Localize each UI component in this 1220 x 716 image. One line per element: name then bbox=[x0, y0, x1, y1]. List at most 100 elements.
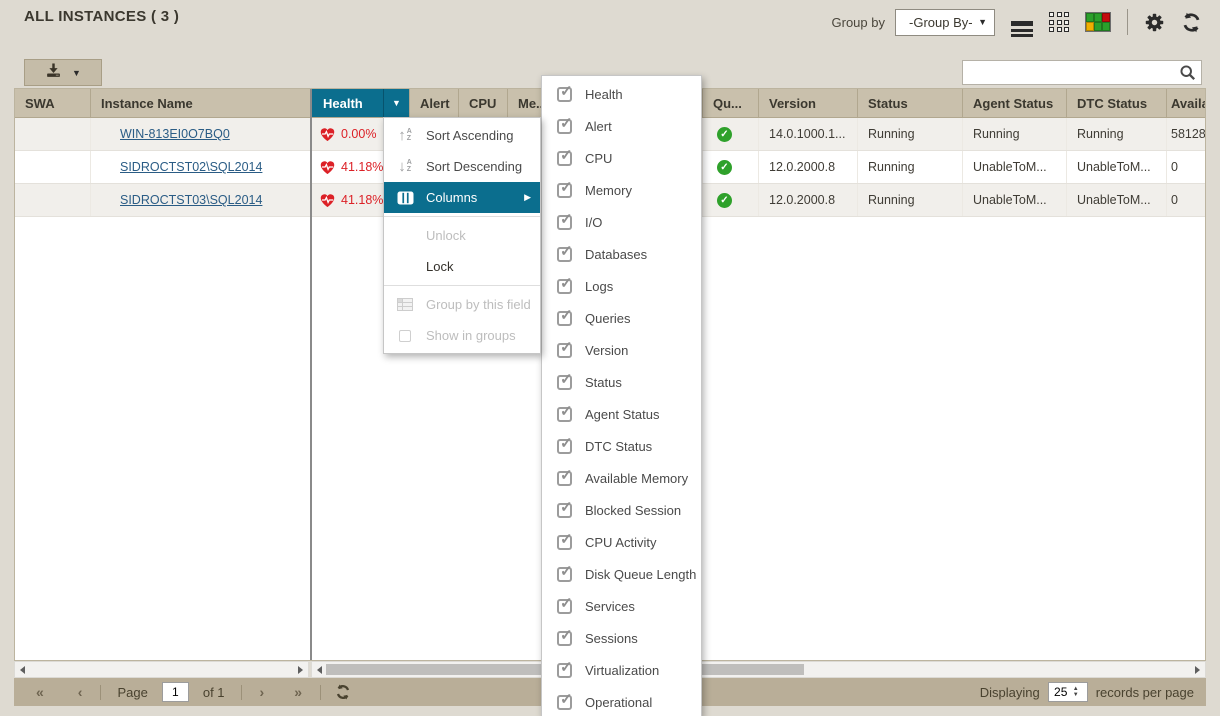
checkbox-checked-icon[interactable] bbox=[557, 562, 573, 582]
submenu-item-virtualization[interactable]: Virtualization bbox=[542, 654, 701, 686]
submenu-item-cpu[interactable]: CPU bbox=[542, 142, 701, 174]
table-row: SIDROCTST03\SQL2014 bbox=[15, 184, 310, 217]
checkbox-checked-icon[interactable] bbox=[557, 274, 573, 294]
chevron-down-icon[interactable]: ▼ bbox=[384, 98, 409, 108]
submenu-item-logs[interactable]: Logs bbox=[542, 270, 701, 302]
list-view-icon[interactable] bbox=[1011, 18, 1033, 37]
health-heart-icon bbox=[320, 160, 335, 174]
heatmap-view-icon[interactable] bbox=[1085, 12, 1111, 32]
agent-status-cell: UnableToM... bbox=[963, 184, 1067, 216]
menu-item-sort-ascending[interactable]: ↑ A Z Sort Ascending bbox=[384, 120, 540, 151]
scroll-right-icon[interactable] bbox=[1195, 666, 1200, 674]
refresh-icon[interactable] bbox=[1181, 12, 1202, 33]
submenu-item-queries[interactable]: Queries bbox=[542, 302, 701, 334]
submenu-item-blocked-session[interactable]: Blocked Session bbox=[542, 494, 701, 526]
submenu-item-agent-status[interactable]: Agent Status bbox=[542, 398, 701, 430]
prev-page-button[interactable]: ‹ bbox=[68, 684, 93, 700]
group-by-dropdown[interactable]: -Group By- ▼ bbox=[895, 8, 995, 36]
checkbox-checked-icon[interactable] bbox=[557, 402, 573, 422]
menu-item-group-by-field[interactable]: Group by this field bbox=[384, 289, 540, 320]
checkbox-checked-icon[interactable] bbox=[557, 82, 573, 102]
refresh-grid-icon[interactable] bbox=[335, 684, 351, 700]
instance-link[interactable]: WIN-813EI0O7BQ0 bbox=[120, 127, 230, 141]
frozen-pane: SWA Instance Name WIN-813EI0O7BQ0 SIDROC… bbox=[15, 89, 310, 660]
submenu-item-health[interactable]: Health bbox=[542, 78, 701, 110]
column-header-dtc-status[interactable]: DTC Status bbox=[1067, 89, 1167, 117]
checkbox-checked-icon[interactable] bbox=[557, 690, 573, 710]
column-header-cpu[interactable]: CPU bbox=[459, 89, 508, 117]
submenu-item-version[interactable]: Version bbox=[542, 334, 701, 366]
submenu-item-label: Blocked Session bbox=[585, 502, 682, 518]
column-header-status[interactable]: Status bbox=[858, 89, 963, 117]
submenu-item-cpu-activity[interactable]: CPU Activity bbox=[542, 526, 701, 558]
checkbox-checked-icon[interactable] bbox=[557, 306, 573, 326]
menu-item-sort-descending[interactable]: ↓ A Z Sort Descending bbox=[384, 151, 540, 182]
scroll-left-icon[interactable] bbox=[317, 666, 322, 674]
checkbox-checked-icon[interactable] bbox=[557, 658, 573, 678]
right-pane-scrollbar[interactable] bbox=[311, 661, 1206, 678]
first-page-button[interactable]: « bbox=[26, 684, 54, 700]
submenu-item-label: DTC Status bbox=[585, 438, 653, 454]
column-header-instance-name[interactable]: Instance Name bbox=[91, 89, 310, 117]
table-row: SIDROCTST02\SQL2014 bbox=[15, 151, 310, 184]
submenu-item-label: Version bbox=[585, 342, 629, 358]
export-button[interactable]: ▼ bbox=[24, 59, 102, 86]
page-size-input[interactable] bbox=[1048, 685, 1073, 699]
search-icon[interactable] bbox=[1179, 64, 1196, 81]
submenu-item-operational[interactable]: Operational bbox=[542, 686, 701, 716]
checkbox-checked-icon[interactable] bbox=[557, 626, 573, 646]
submenu-item-disk-queue-length[interactable]: Disk Queue Length bbox=[542, 558, 701, 590]
last-page-button[interactable]: » bbox=[284, 684, 312, 700]
checkbox-checked-icon[interactable] bbox=[557, 242, 573, 262]
submenu-item-label: Queries bbox=[585, 310, 631, 326]
settings-gear-icon[interactable] bbox=[1144, 12, 1165, 33]
submenu-item-io[interactable]: I/O bbox=[542, 206, 701, 238]
spinner-arrows-icon[interactable]: ▲ ▼ bbox=[1073, 686, 1079, 698]
submenu-item-dtc-status[interactable]: DTC Status bbox=[542, 430, 701, 462]
column-header-queries[interactable]: Qu... bbox=[703, 89, 759, 117]
checkbox-checked-icon[interactable] bbox=[557, 178, 573, 198]
submenu-item-available-memory[interactable]: Available Memory bbox=[542, 462, 701, 494]
column-header-available[interactable]: Availab bbox=[1167, 89, 1205, 117]
page-number-input[interactable] bbox=[161, 682, 189, 702]
menu-item-label: Sort Descending bbox=[426, 159, 523, 174]
status-ok-icon: ✓ bbox=[717, 192, 732, 208]
instance-link[interactable]: SIDROCTST03\SQL2014 bbox=[120, 193, 262, 207]
submenu-item-memory[interactable]: Memory bbox=[542, 174, 701, 206]
search-input[interactable] bbox=[963, 61, 1179, 84]
left-pane-scrollbar[interactable] bbox=[14, 661, 309, 678]
toolbar-divider bbox=[1127, 9, 1128, 35]
checkbox-checked-icon[interactable] bbox=[557, 498, 573, 518]
checkbox-checked-icon[interactable] bbox=[557, 338, 573, 358]
scroll-left-icon[interactable] bbox=[20, 666, 25, 674]
submenu-item-services[interactable]: Services bbox=[542, 590, 701, 622]
instance-link[interactable]: SIDROCTST02\SQL2014 bbox=[120, 160, 262, 174]
submenu-item-alert[interactable]: Alert bbox=[542, 110, 701, 142]
checkbox-checked-icon[interactable] bbox=[557, 114, 573, 134]
column-header-version[interactable]: Version bbox=[759, 89, 858, 117]
submenu-item-databases[interactable]: Databases bbox=[542, 238, 701, 270]
column-header-alert[interactable]: Alert bbox=[410, 89, 459, 117]
checkbox-checked-icon[interactable] bbox=[557, 210, 573, 230]
checkbox-checked-icon[interactable] bbox=[557, 434, 573, 454]
next-page-button[interactable]: › bbox=[250, 684, 275, 700]
checkbox-checked-icon[interactable] bbox=[557, 594, 573, 614]
column-header-swa[interactable]: SWA bbox=[15, 89, 91, 117]
submenu-item-status[interactable]: Status bbox=[542, 366, 701, 398]
menu-item-show-in-groups[interactable]: Show in groups bbox=[384, 320, 540, 351]
checkbox-checked-icon[interactable] bbox=[557, 466, 573, 486]
column-header-agent-status[interactable]: Agent Status bbox=[963, 89, 1067, 117]
menu-item-unlock[interactable]: Unlock bbox=[384, 220, 540, 251]
menu-item-columns[interactable]: Columns ▶ bbox=[384, 182, 540, 213]
checkbox-checked-icon[interactable] bbox=[557, 530, 573, 550]
scroll-right-icon[interactable] bbox=[298, 666, 303, 674]
frozen-pane-divider[interactable] bbox=[310, 89, 312, 660]
menu-item-lock[interactable]: Lock bbox=[384, 251, 540, 282]
sort-ascending-icon: ↑ A Z bbox=[398, 127, 412, 144]
checkbox-checked-icon[interactable] bbox=[557, 370, 573, 390]
checkbox-checked-icon[interactable] bbox=[557, 146, 573, 166]
grid-view-icon[interactable] bbox=[1049, 12, 1069, 32]
column-header-health[interactable]: Health ▼ bbox=[312, 89, 410, 117]
submenu-item-sessions[interactable]: Sessions bbox=[542, 622, 701, 654]
agent-status-cell: Running bbox=[963, 118, 1067, 150]
